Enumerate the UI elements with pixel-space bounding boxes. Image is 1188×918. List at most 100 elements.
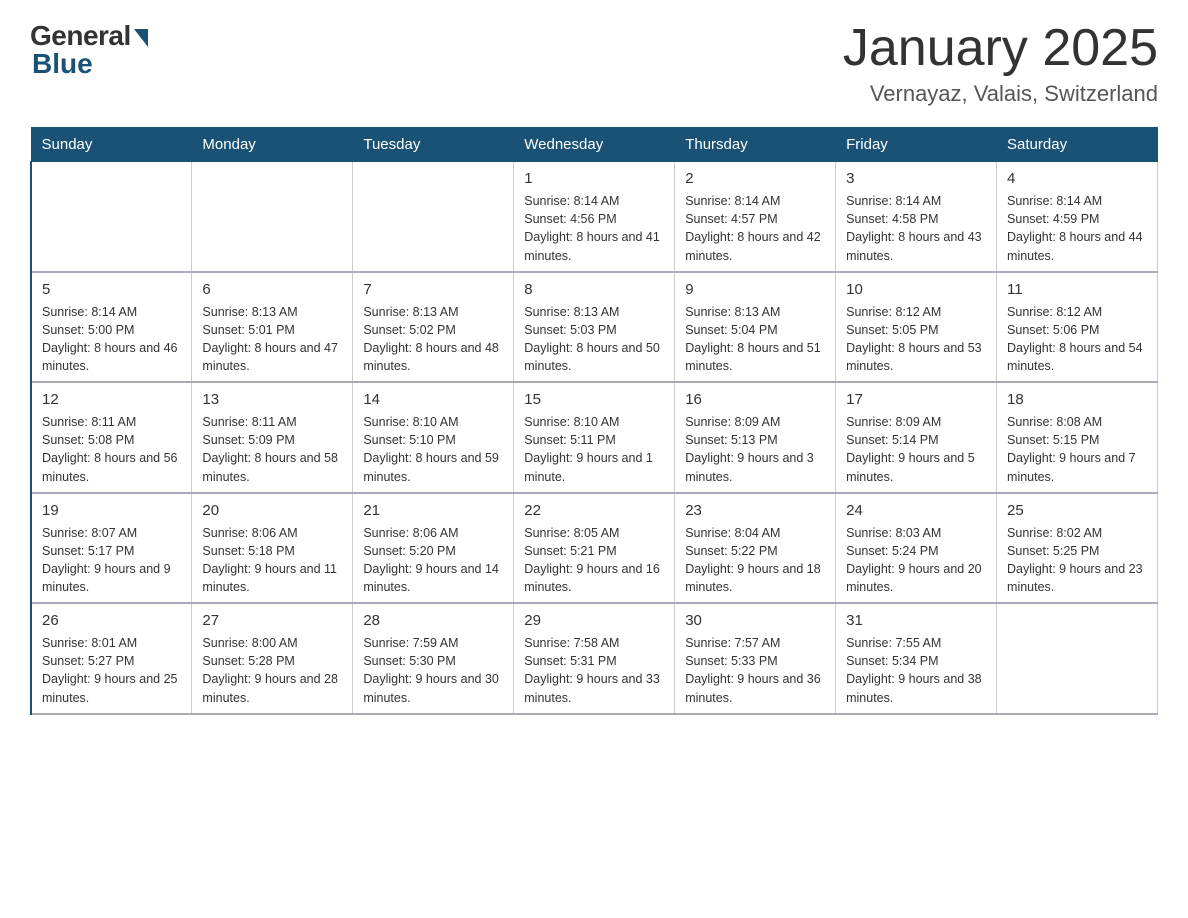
day-info: Sunrise: 8:08 AM Sunset: 5:15 PM Dayligh… (1007, 413, 1147, 486)
day-number: 1 (524, 168, 664, 189)
day-of-week-header: Tuesday (353, 128, 514, 162)
day-number: 2 (685, 168, 825, 189)
calendar-table: SundayMondayTuesdayWednesdayThursdayFrid… (30, 127, 1158, 715)
day-number: 19 (42, 500, 181, 521)
calendar-cell: 30Sunrise: 7:57 AM Sunset: 5:33 PM Dayli… (675, 603, 836, 714)
day-number: 18 (1007, 389, 1147, 410)
day-number: 3 (846, 168, 986, 189)
day-info: Sunrise: 7:59 AM Sunset: 5:30 PM Dayligh… (363, 634, 503, 707)
calendar-cell: 18 Sunrise: 8:08 AM Sunset: 5:15 PM Dayli… (997, 382, 1158, 493)
logo-arrow-icon (134, 29, 148, 47)
calendar-cell: 11Sunrise: 8:12 AM Sunset: 5:06 PM Dayli… (997, 272, 1158, 383)
day-info: Sunrise: 8:06 AM Sunset: 5:18 PM Dayligh… (202, 524, 342, 597)
calendar-cell: 3Sunrise: 8:14 AM Sunset: 4:58 PM Daylig… (836, 162, 997, 272)
day-info: Sunrise: 8:03 AM Sunset: 5:24 PM Dayligh… (846, 524, 986, 597)
calendar-cell (997, 603, 1158, 714)
day-number: 22 (524, 500, 664, 521)
calendar-cell: 2 Sunrise: 8:14 AM Sunset: 4:57 PM Daylig… (675, 162, 836, 272)
calendar-cell (192, 162, 353, 272)
day-number: 29 (524, 610, 664, 631)
calendar-week-row: 1Sunrise: 8:14 AM Sunset: 4:56 PM Daylig… (31, 162, 1158, 272)
day-number: 24 (846, 500, 986, 521)
day-info: Sunrise: 8:04 AM Sunset: 5:22 PM Dayligh… (685, 524, 825, 597)
calendar-cell: 24 Sunrise: 8:03 AM Sunset: 5:24 PM Dayli… (836, 493, 997, 604)
calendar-cell: 1Sunrise: 8:14 AM Sunset: 4:56 PM Daylig… (514, 162, 675, 272)
day-of-week-header: Monday (192, 128, 353, 162)
day-info: Sunrise: 8:01 AM Sunset: 5:27 PM Dayligh… (42, 634, 181, 707)
calendar-cell: 26 Sunrise: 8:01 AM Sunset: 5:27 PM Dayli… (31, 603, 192, 714)
day-info: Sunrise: 8:12 AM Sunset: 5:05 PM Dayligh… (846, 303, 986, 376)
calendar-cell: 29 Sunrise: 7:58 AM Sunset: 5:31 PM Dayli… (514, 603, 675, 714)
day-info: Sunrise: 8:02 AM Sunset: 5:25 PM Dayligh… (1007, 524, 1147, 597)
calendar-cell: 31 Sunrise: 7:55 AM Sunset: 5:34 PM Dayli… (836, 603, 997, 714)
calendar-cell: 5 Sunrise: 8:14 AM Sunset: 5:00 PM Daylig… (31, 272, 192, 383)
calendar-cell: 22 Sunrise: 8:05 AM Sunset: 5:21 PM Dayli… (514, 493, 675, 604)
calendar-cell: 21Sunrise: 8:06 AM Sunset: 5:20 PM Dayli… (353, 493, 514, 604)
day-info: Sunrise: 8:09 AM Sunset: 5:13 PM Dayligh… (685, 413, 825, 486)
calendar-week-row: 12Sunrise: 8:11 AM Sunset: 5:08 PM Dayli… (31, 382, 1158, 493)
calendar-cell: 27 Sunrise: 8:00 AM Sunset: 5:28 PM Dayli… (192, 603, 353, 714)
day-number: 8 (524, 279, 664, 300)
calendar-week-row: 5 Sunrise: 8:14 AM Sunset: 5:00 PM Daylig… (31, 272, 1158, 383)
day-number: 21 (363, 500, 503, 521)
day-number: 23 (685, 500, 825, 521)
day-info: Sunrise: 8:14 AM Sunset: 4:59 PM Dayligh… (1007, 192, 1147, 265)
calendar-week-row: 26 Sunrise: 8:01 AM Sunset: 5:27 PM Dayli… (31, 603, 1158, 714)
day-info: Sunrise: 8:09 AM Sunset: 5:14 PM Dayligh… (846, 413, 986, 486)
logo: General Blue (30, 20, 148, 80)
day-info: Sunrise: 8:14 AM Sunset: 4:57 PM Dayligh… (685, 192, 825, 265)
subtitle: Vernayaz, Valais, Switzerland (843, 81, 1158, 107)
day-info: Sunrise: 8:12 AM Sunset: 5:06 PM Dayligh… (1007, 303, 1147, 376)
day-info: Sunrise: 8:14 AM Sunset: 5:00 PM Dayligh… (42, 303, 181, 376)
calendar-cell: 6Sunrise: 8:13 AM Sunset: 5:01 PM Daylig… (192, 272, 353, 383)
calendar-cell: 4 Sunrise: 8:14 AM Sunset: 4:59 PM Daylig… (997, 162, 1158, 272)
day-number: 27 (202, 610, 342, 631)
day-number: 14 (363, 389, 503, 410)
day-info: Sunrise: 7:58 AM Sunset: 5:31 PM Dayligh… (524, 634, 664, 707)
day-number: 9 (685, 279, 825, 300)
calendar-cell: 10 Sunrise: 8:12 AM Sunset: 5:05 PM Dayli… (836, 272, 997, 383)
day-info: Sunrise: 8:13 AM Sunset: 5:01 PM Dayligh… (202, 303, 342, 376)
logo-blue-text: Blue (32, 48, 93, 80)
day-number: 13 (202, 389, 342, 410)
day-number: 16 (685, 389, 825, 410)
calendar-cell: 12Sunrise: 8:11 AM Sunset: 5:08 PM Dayli… (31, 382, 192, 493)
day-info: Sunrise: 7:55 AM Sunset: 5:34 PM Dayligh… (846, 634, 986, 707)
calendar-cell: 17 Sunrise: 8:09 AM Sunset: 5:14 PM Dayli… (836, 382, 997, 493)
day-info: Sunrise: 8:07 AM Sunset: 5:17 PM Dayligh… (42, 524, 181, 597)
calendar-cell: 20Sunrise: 8:06 AM Sunset: 5:18 PM Dayli… (192, 493, 353, 604)
day-of-week-header: Wednesday (514, 128, 675, 162)
calendar-cell: 25Sunrise: 8:02 AM Sunset: 5:25 PM Dayli… (997, 493, 1158, 604)
calendar-cell: 15Sunrise: 8:10 AM Sunset: 5:11 PM Dayli… (514, 382, 675, 493)
day-info: Sunrise: 8:10 AM Sunset: 5:11 PM Dayligh… (524, 413, 664, 486)
day-number: 4 (1007, 168, 1147, 189)
calendar-week-row: 19 Sunrise: 8:07 AM Sunset: 5:17 PM Dayli… (31, 493, 1158, 604)
day-number: 31 (846, 610, 986, 631)
day-of-week-header: Thursday (675, 128, 836, 162)
day-info: Sunrise: 8:11 AM Sunset: 5:08 PM Dayligh… (42, 413, 181, 486)
calendar-cell: 19 Sunrise: 8:07 AM Sunset: 5:17 PM Dayli… (31, 493, 192, 604)
calendar-cell: 14 Sunrise: 8:10 AM Sunset: 5:10 PM Dayli… (353, 382, 514, 493)
day-number: 5 (42, 279, 181, 300)
calendar-cell: 8 Sunrise: 8:13 AM Sunset: 5:03 PM Daylig… (514, 272, 675, 383)
day-info: Sunrise: 8:11 AM Sunset: 5:09 PM Dayligh… (202, 413, 342, 486)
day-info: Sunrise: 8:13 AM Sunset: 5:04 PM Dayligh… (685, 303, 825, 376)
day-number: 17 (846, 389, 986, 410)
day-of-week-header: Saturday (997, 128, 1158, 162)
day-number: 28 (363, 610, 503, 631)
calendar-cell: 9 Sunrise: 8:13 AM Sunset: 5:04 PM Daylig… (675, 272, 836, 383)
day-of-week-header: Sunday (31, 128, 192, 162)
calendar-cell: 16 Sunrise: 8:09 AM Sunset: 5:13 PM Dayli… (675, 382, 836, 493)
title-block: January 2025 Vernayaz, Valais, Switzerla… (843, 20, 1158, 107)
day-number: 26 (42, 610, 181, 631)
day-info: Sunrise: 7:57 AM Sunset: 5:33 PM Dayligh… (685, 634, 825, 707)
day-number: 7 (363, 279, 503, 300)
day-info: Sunrise: 8:05 AM Sunset: 5:21 PM Dayligh… (524, 524, 664, 597)
day-info: Sunrise: 8:13 AM Sunset: 5:02 PM Dayligh… (363, 303, 503, 376)
day-info: Sunrise: 8:10 AM Sunset: 5:10 PM Dayligh… (363, 413, 503, 486)
day-info: Sunrise: 8:13 AM Sunset: 5:03 PM Dayligh… (524, 303, 664, 376)
day-number: 10 (846, 279, 986, 300)
calendar-cell (31, 162, 192, 272)
day-info: Sunrise: 8:00 AM Sunset: 5:28 PM Dayligh… (202, 634, 342, 707)
calendar-header-row: SundayMondayTuesdayWednesdayThursdayFrid… (31, 128, 1158, 162)
